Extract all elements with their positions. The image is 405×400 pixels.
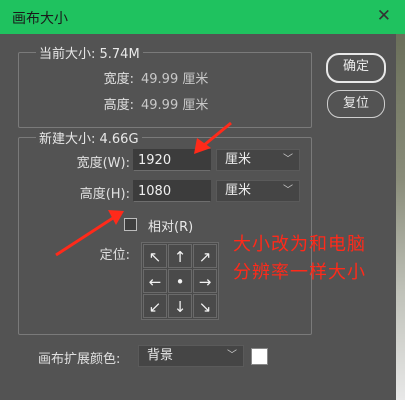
anchor-label: 定位: bbox=[99, 248, 130, 263]
extension-color-label: 画布扩展颜色: bbox=[38, 352, 121, 367]
canvas-size-dialog: 当前大小: 5.74M 宽度: 49.99 厘米 高度: 49.99 厘米 确定… bbox=[0, 34, 405, 400]
current-height-value: 49.99 厘米 bbox=[141, 98, 209, 113]
chevron-down-icon: ﹀ bbox=[283, 185, 293, 196]
relative-checkbox[interactable] bbox=[124, 218, 137, 231]
relative-label[interactable]: 相对(R) bbox=[148, 216, 193, 235]
anchor-bottom-right[interactable]: ↘ bbox=[193, 294, 217, 318]
current-size-legend: 当前大小: 5.74M bbox=[36, 43, 143, 62]
anchor-top-left[interactable]: ↖ bbox=[143, 244, 167, 268]
close-icon[interactable]: ✕ bbox=[377, 6, 391, 26]
height-input[interactable]: 1080 bbox=[133, 180, 211, 202]
anchor-bottom[interactable]: ↓ bbox=[168, 294, 192, 318]
chevron-down-icon: ﹀ bbox=[227, 350, 237, 361]
title-bar: 画布大小 ✕ bbox=[0, 0, 405, 34]
height-unit-value: 厘米 bbox=[225, 183, 252, 198]
anchor-center[interactable]: • bbox=[168, 269, 192, 293]
new-size-legend: 新建大小: 4.66G bbox=[36, 128, 142, 147]
width-unit-select[interactable]: 厘米 ﹀ bbox=[216, 149, 300, 171]
new-height-label: 高度(H): bbox=[79, 187, 130, 202]
dialog-title: 画布大小 bbox=[12, 11, 68, 27]
current-size-group bbox=[18, 52, 312, 128]
ok-button[interactable]: 确定 bbox=[326, 53, 386, 83]
anchor-bottom-left[interactable]: ↙ bbox=[143, 294, 167, 318]
height-unit-select[interactable]: 厘米 ﹀ bbox=[216, 180, 300, 202]
width-input[interactable]: 1920 bbox=[133, 149, 211, 171]
anchor-grid: ↖ ↑ ↗ ← • → ↙ ↓ ↘ bbox=[141, 242, 219, 320]
anchor-right[interactable]: → bbox=[193, 269, 217, 293]
extension-color-select[interactable]: 背景 ﹀ bbox=[138, 345, 244, 367]
anchor-top-right[interactable]: ↗ bbox=[193, 244, 217, 268]
chevron-down-icon: ﹀ bbox=[283, 154, 293, 165]
annotation-line-2: 分辨率一样大小 bbox=[233, 262, 366, 283]
current-width-label: 宽度: bbox=[103, 72, 134, 87]
anchor-left[interactable]: ← bbox=[143, 269, 167, 293]
extension-color-value: 背景 bbox=[147, 348, 174, 363]
reset-button[interactable]: 复位 bbox=[327, 90, 385, 118]
current-height-label: 高度: bbox=[103, 98, 134, 113]
extension-color-swatch[interactable] bbox=[251, 348, 268, 365]
annotation-line-1: 大小改为和电脑 bbox=[233, 234, 366, 255]
background-strip bbox=[396, 34, 405, 400]
current-width-value: 49.99 厘米 bbox=[141, 72, 209, 87]
anchor-top[interactable]: ↑ bbox=[168, 244, 192, 268]
width-unit-value: 厘米 bbox=[225, 152, 252, 167]
new-width-label: 宽度(W): bbox=[76, 156, 130, 171]
